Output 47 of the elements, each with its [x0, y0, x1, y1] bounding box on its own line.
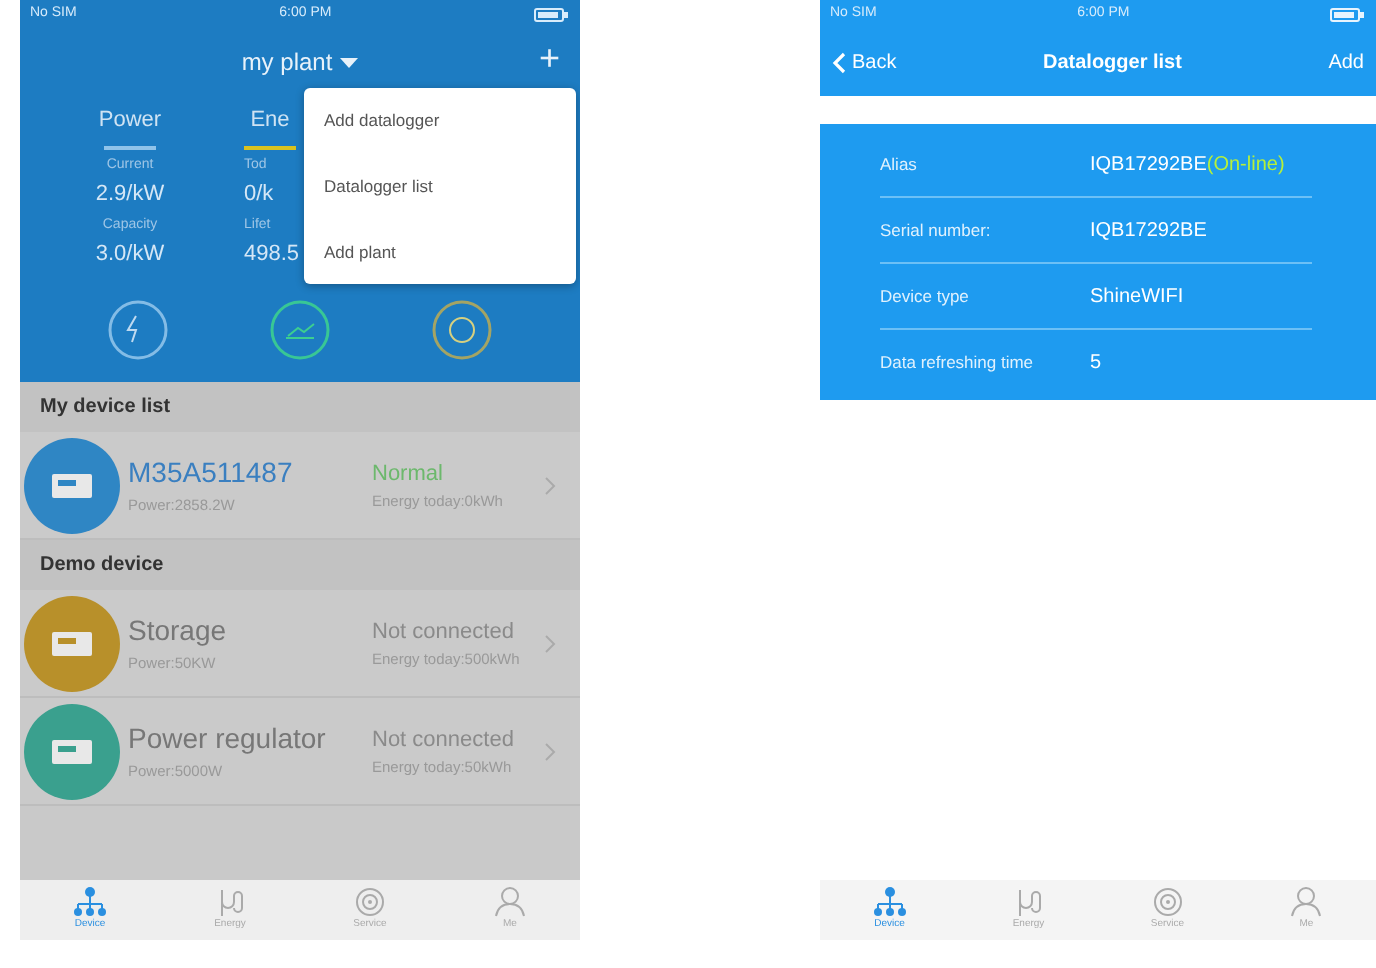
field-label: Data refreshing time: [880, 350, 1036, 376]
status-text: Not connected: [372, 725, 516, 756]
screen-title: Datalogger list: [1042, 49, 1182, 77]
chevron-icon: [544, 475, 556, 495]
field-value: IQB17292BE: [1090, 217, 1207, 245]
stat-value: 498.5: [244, 239, 296, 269]
person-icon: [492, 886, 528, 919]
field-label: Serial number:: [880, 217, 993, 243]
lightning-icon: [103, 298, 172, 362]
hierarchy-icon: [871, 886, 908, 919]
field-value: 5: [1090, 350, 1102, 378]
field-label: Device type: [880, 283, 971, 309]
add-button[interactable]: +: [538, 40, 560, 76]
menu-item[interactable]: Add datalogger: [304, 88, 576, 154]
chart-icon: [265, 298, 334, 362]
hierarchy-icon: [72, 886, 108, 919]
target-icon: [352, 886, 388, 919]
add-button[interactable]: Add: [1328, 47, 1364, 77]
section-header: Demo device: [20, 540, 580, 590]
status-text: Not connected: [372, 617, 516, 648]
section-header: My device list: [20, 382, 580, 432]
device-name: Storage: [128, 612, 229, 651]
field-value: IQB17292BE: [1090, 151, 1207, 179]
dropdown-caret-icon: [340, 57, 359, 67]
menu-item[interactable]: Datalogger list: [304, 153, 576, 219]
stat-value: 2.9/kW: [93, 179, 167, 209]
chevron-icon: [544, 741, 556, 761]
tab[interactable]: Power: [20, 104, 240, 155]
field-label: Alias: [880, 151, 919, 177]
battery-icon: [1329, 7, 1366, 21]
online-status: (On-line): [1206, 151, 1285, 179]
stat-value: 0/k: [244, 179, 276, 209]
coin-icon: [428, 298, 497, 362]
person-icon: [1288, 886, 1325, 919]
chevron-left-icon: [832, 51, 846, 73]
menu-item[interactable]: Add plant: [304, 219, 576, 285]
back-button[interactable]: Back: [832, 47, 897, 77]
device-name: M35A511487: [128, 454, 295, 493]
device-name: Power regulator: [128, 720, 328, 759]
status-text: Normal: [372, 459, 445, 490]
chevron-icon: [544, 633, 556, 653]
field-value: ShineWIFI: [1090, 283, 1184, 311]
target-icon: [1149, 886, 1186, 919]
tab[interactable]: Ene: [244, 104, 296, 155]
battery-icon: [533, 7, 570, 21]
plant-selector[interactable]: my plant: [241, 44, 359, 80]
stat-value: 3.0/kW: [93, 239, 167, 269]
